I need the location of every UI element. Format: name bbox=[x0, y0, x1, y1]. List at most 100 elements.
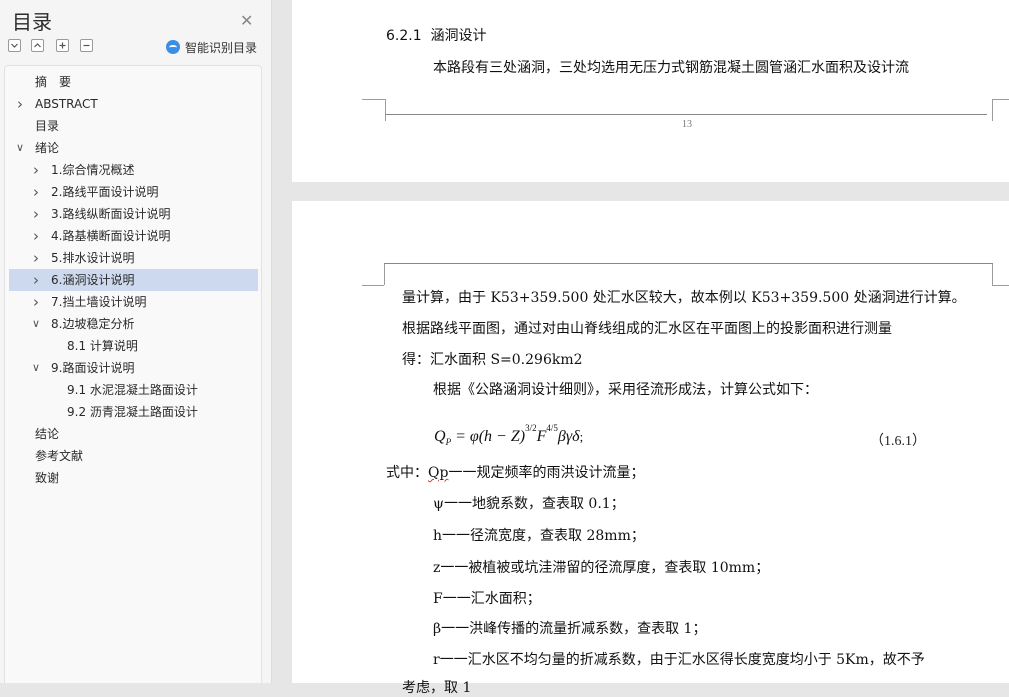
chevron-down-icon[interactable]: ∨ bbox=[30, 313, 42, 335]
toc-item[interactable]: › 3.路线纵断面设计说明 bbox=[9, 203, 258, 225]
chevron-right-icon[interactable]: › bbox=[30, 181, 42, 203]
def-text: 一一规定频率的雨洪设计流量； bbox=[448, 465, 645, 481]
equation-number: （1.6.1） bbox=[870, 434, 926, 449]
chevron-right-icon[interactable]: › bbox=[30, 225, 42, 247]
body-line: 量计算，由于 K53+359.500 处汇水区较大，故本例以 K53+359.5… bbox=[402, 290, 966, 306]
smart-toc-button[interactable]: 智能识别目录 bbox=[166, 39, 257, 55]
chevron-down-icon[interactable]: ∨ bbox=[14, 137, 26, 159]
toc-item[interactable]: › 7.挡土墙设计说明 bbox=[9, 291, 258, 313]
panel-title: 目录 bbox=[12, 10, 52, 34]
body-line: 得：汇水面积 S=0.296km2 bbox=[402, 352, 583, 368]
crop-mark bbox=[362, 99, 386, 121]
navigation-panel: 目录 ✕ 智能识别目录 摘 要 › ABSTRACT 目录 ∨ 绪论 › 1.综合情况概述 › 2… bbox=[0, 0, 272, 683]
document-page-14: 量计算，由于 K53+359.500 处汇水区较大，故本例以 K53+359.5… bbox=[292, 201, 1009, 696]
toc-item[interactable]: 9.1 水泥混凝土路面设计 bbox=[9, 379, 258, 401]
where-prefix: 式中： bbox=[386, 465, 428, 481]
toc-item-label: 4.路基横断面设计说明 bbox=[51, 229, 171, 243]
toc-item-label: 9.1 水泥混凝土路面设计 bbox=[67, 383, 198, 397]
toc-item[interactable]: › 2.路线平面设计说明 bbox=[9, 181, 258, 203]
footer-rule bbox=[386, 114, 987, 115]
body-line: 根据路线平面图，通过对由山脊线组成的汇水区在平面图上的投影面积进行测量 bbox=[402, 321, 892, 337]
formula-exponent-1: 3/2 bbox=[525, 423, 537, 433]
toc-item[interactable]: ∨ 8.边坡稳定分析 bbox=[9, 313, 258, 335]
toc-tree: 摘 要 › ABSTRACT 目录 ∨ 绪论 › 1.综合情况概述 › 2.路线平面设计说明 › 3.… bbox=[4, 65, 262, 683]
flow-formula: QP = φ(h − Z)3/2F4/5βγδ; bbox=[434, 423, 583, 447]
def-symbol: β bbox=[433, 621, 442, 637]
body-line: 本路段有三处涵洞，三处均选用无压力式钢筋混凝土圆管涵汇水面积及设计流 bbox=[433, 60, 909, 76]
toc-item[interactable]: ∨ 9.路面设计说明 bbox=[9, 357, 258, 379]
toc-item-label: 9.路面设计说明 bbox=[51, 361, 135, 375]
toc-item-label: 5.排水设计说明 bbox=[51, 251, 135, 265]
toc-item-label: 致谢 bbox=[35, 471, 60, 485]
def-line: β一一洪峰传播的流量折减系数，查表取 1； bbox=[433, 618, 706, 638]
toc-item[interactable]: 9.2 沥青混凝土路面设计 bbox=[9, 401, 258, 423]
toc-item-label: 1.综合情况概述 bbox=[51, 163, 135, 177]
formula-rhs-a: = φ(h − Z) bbox=[451, 428, 526, 445]
toc-item-label: 目录 bbox=[35, 119, 60, 133]
toc-item[interactable]: 目录 bbox=[9, 115, 258, 137]
toc-item-label: 摘 要 bbox=[35, 75, 72, 89]
formula-rhs-b: F bbox=[536, 428, 547, 445]
toc-item-label: 2.路线平面设计说明 bbox=[51, 185, 159, 199]
body-line: 考虑，取 1 bbox=[402, 680, 472, 696]
crop-mark bbox=[992, 99, 1009, 121]
expand-all-icon[interactable] bbox=[31, 39, 44, 52]
body-line: 根据《公路涵洞设计细则》，采用径流形成法，计算公式如下： bbox=[433, 382, 818, 398]
chevron-right-icon[interactable]: › bbox=[14, 93, 26, 115]
close-icon[interactable]: ✕ bbox=[240, 11, 253, 30]
def-text: 一一汇水面积； bbox=[442, 591, 541, 607]
toc-item[interactable]: 参考文献 bbox=[9, 445, 258, 467]
document-page-13: 6.2.1 涵洞设计 本路段有三处涵洞，三处均选用无压力式钢筋混凝土圆管涵汇水面… bbox=[292, 0, 1009, 182]
toc-item[interactable]: › 4.路基横断面设计说明 bbox=[9, 225, 258, 247]
def-symbol: Qp bbox=[428, 465, 449, 481]
toc-item-label: 9.2 沥青混凝土路面设计 bbox=[67, 405, 198, 419]
crop-mark bbox=[992, 263, 993, 285]
where-line: 式中：Qp一一规定频率的雨洪设计流量； bbox=[386, 462, 644, 482]
toc-item[interactable]: › 5.排水设计说明 bbox=[9, 247, 258, 269]
page-number: 13 bbox=[682, 119, 692, 130]
def-text: 一一地貌系数，查表取 0.1； bbox=[443, 496, 625, 512]
section-heading: 6.2.1 涵洞设计 bbox=[386, 25, 487, 45]
page-gutter bbox=[272, 0, 292, 683]
toc-item-label: 绪论 bbox=[35, 141, 60, 155]
smart-toc-label: 智能识别目录 bbox=[185, 40, 258, 55]
toc-item[interactable]: › 6.涵洞设计说明 bbox=[9, 269, 258, 291]
def-line: ψ一一地貌系数，查表取 0.1； bbox=[433, 493, 625, 513]
def-text: 一一被植被或坑洼滞留的径流厚度，查表取 10mm； bbox=[440, 560, 770, 576]
chevron-right-icon[interactable]: › bbox=[30, 269, 42, 291]
ai-icon bbox=[166, 40, 180, 54]
crop-mark bbox=[384, 263, 385, 285]
toc-item[interactable]: 摘 要 bbox=[9, 71, 258, 93]
toc-item-label: 结论 bbox=[35, 427, 60, 441]
toc-item[interactable]: 8.1 计算说明 bbox=[9, 335, 258, 357]
chevron-right-icon[interactable]: › bbox=[30, 247, 42, 269]
def-line: r一一汇水区不均匀量的折减系数，由于汇水区得长度宽度均小于 5Km，故不予 bbox=[433, 649, 925, 669]
collapse-all-icon[interactable] bbox=[8, 39, 21, 52]
formula-exponent-2: 4/5 bbox=[546, 423, 558, 433]
def-symbol: h bbox=[433, 528, 443, 544]
chevron-right-icon[interactable]: › bbox=[30, 159, 42, 181]
crop-mark bbox=[362, 285, 384, 286]
crop-mark bbox=[992, 285, 1009, 286]
toc-item[interactable]: ∨ 绪论 bbox=[9, 137, 258, 159]
header-rule bbox=[384, 263, 993, 264]
toc-item-label: 6.涵洞设计说明 bbox=[51, 273, 135, 287]
remove-icon[interactable] bbox=[80, 39, 93, 52]
toc-item-label: 8.1 计算说明 bbox=[67, 339, 138, 353]
formula-lhs: Q bbox=[434, 428, 446, 445]
add-icon[interactable] bbox=[56, 39, 69, 52]
toc-item[interactable]: 致谢 bbox=[9, 467, 258, 489]
chevron-down-icon[interactable]: ∨ bbox=[30, 357, 42, 379]
def-text: 一一径流宽度，查表取 28mm； bbox=[442, 528, 645, 544]
chevron-right-icon[interactable]: › bbox=[30, 203, 42, 225]
toc-item[interactable]: 结论 bbox=[9, 423, 258, 445]
toc-item-label: 7.挡土墙设计说明 bbox=[51, 295, 147, 309]
chevron-right-icon[interactable]: › bbox=[30, 291, 42, 313]
toc-item-label: 3.路线纵断面设计说明 bbox=[51, 207, 171, 221]
def-text: 一一汇水区不均匀量的折减系数，由于汇水区得长度宽度均小于 5Km，故不予 bbox=[439, 652, 925, 668]
toc-item[interactable]: › ABSTRACT bbox=[9, 93, 258, 115]
toc-item[interactable]: › 1.综合情况概述 bbox=[9, 159, 258, 181]
formula-rhs-c: βγδ bbox=[557, 428, 580, 445]
def-line: F一一汇水面积； bbox=[433, 588, 541, 608]
def-symbol: F bbox=[433, 591, 443, 607]
